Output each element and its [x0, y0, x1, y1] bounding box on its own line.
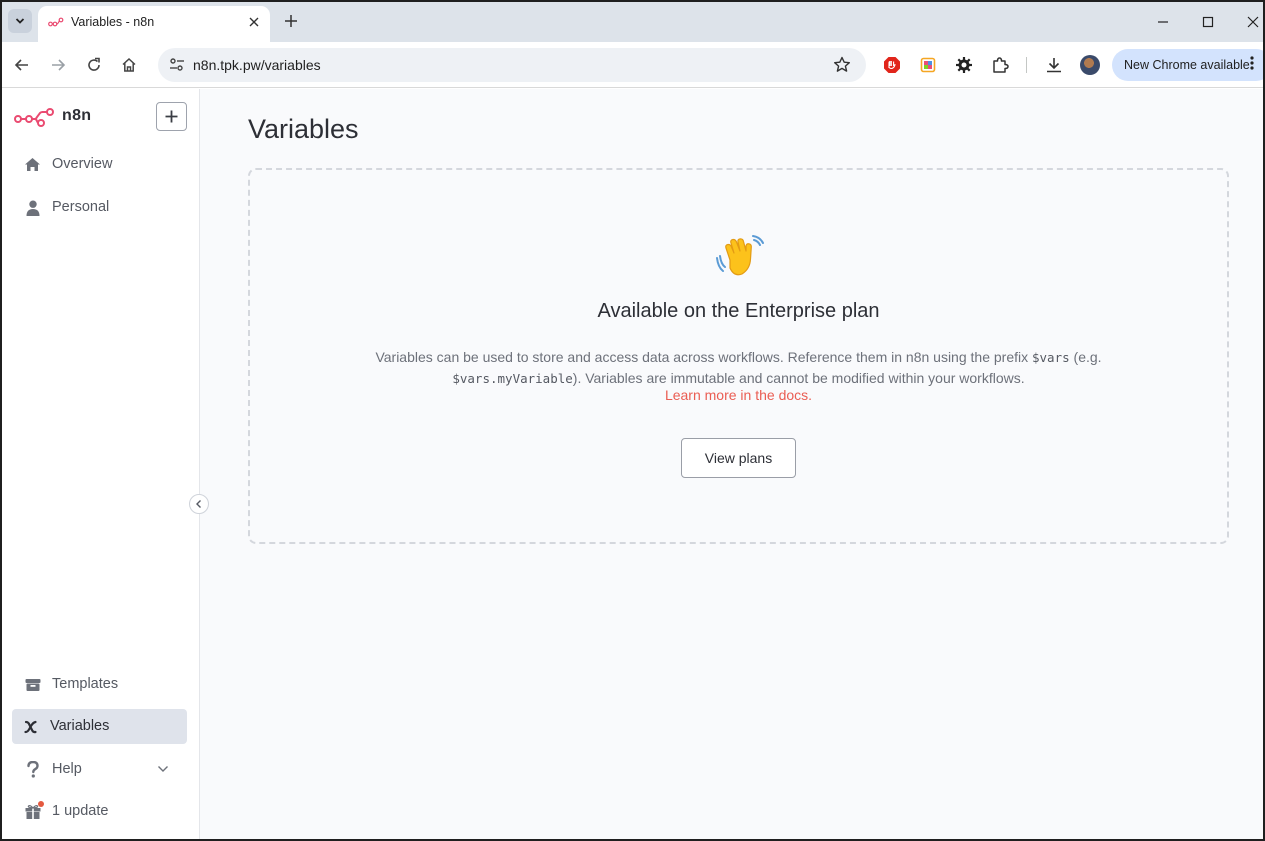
url-text: n8n.tpk.pw/variables [193, 57, 321, 73]
arrow-left-icon [14, 59, 28, 71]
sidebar-collapse-button[interactable] [189, 494, 209, 514]
reload-icon [88, 57, 100, 71]
tab-search-button[interactable] [8, 9, 32, 33]
sidebar-item-label: 1 update [52, 803, 109, 819]
color-picker-extension-icon[interactable] [918, 55, 938, 75]
chrome-update-button[interactable]: New Chrome available [1112, 49, 1263, 81]
sidebar-item-templates[interactable]: Templates [12, 667, 187, 702]
n8n-logo-icon [14, 108, 54, 127]
add-button[interactable] [156, 102, 187, 131]
sidebar: n8n Overview Personal Templates Variable… [2, 89, 200, 839]
desc-code-vars: $vars [1032, 350, 1070, 365]
adblock-extension-icon[interactable] [882, 55, 902, 75]
home-icon [122, 57, 136, 72]
minimize-button[interactable] [1140, 8, 1186, 36]
profile-avatar[interactable] [1080, 55, 1100, 75]
variable-icon [22, 718, 39, 735]
close-icon [249, 17, 259, 27]
brand-name: n8n [62, 107, 92, 124]
tab-strip: Variables - n8n [2, 2, 1263, 42]
n8n-favicon-icon [48, 17, 64, 27]
card-heading: Available on the Enterprise plan [597, 300, 880, 322]
sidebar-item-update[interactable]: 1 update [12, 794, 187, 829]
chevron-down-icon [158, 766, 168, 772]
address-bar[interactable]: n8n.tpk.pw/variables [158, 48, 866, 82]
kebab-menu-icon[interactable] [1250, 55, 1254, 76]
toolbar-divider [1026, 57, 1027, 73]
extensions-puzzle-icon[interactable] [990, 55, 1010, 75]
desc-code-example: $vars.myVariable [452, 371, 573, 386]
home-icon [24, 156, 41, 173]
tab-close-button[interactable] [244, 12, 264, 32]
close-window-button[interactable] [1230, 8, 1263, 36]
tab-title: Variables - n8n [71, 15, 155, 29]
bookmark-star-icon[interactable] [832, 55, 852, 75]
main-content: Variables Available on the Enterprise pl… [200, 89, 1263, 839]
update-notification-dot [38, 801, 44, 807]
sidebar-item-label: Variables [50, 718, 110, 734]
maximize-button[interactable] [1185, 8, 1231, 36]
downloads-icon[interactable] [1044, 55, 1064, 75]
sidebar-item-label: Overview [52, 156, 113, 172]
new-tab-button[interactable] [280, 10, 302, 32]
waving-hand-icon [716, 234, 764, 278]
question-icon [24, 761, 41, 778]
gift-icon [24, 801, 44, 820]
sidebar-item-help[interactable]: Help [12, 752, 187, 787]
plus-icon [285, 15, 297, 27]
back-button[interactable] [9, 52, 35, 78]
sidebar-item-variables[interactable]: Variables [12, 709, 187, 744]
user-icon [24, 199, 41, 216]
card-description: Variables can be used to store and acces… [310, 347, 1167, 389]
sidebar-item-overview[interactable]: Overview [12, 147, 187, 182]
minimize-icon [1158, 21, 1168, 23]
desc-text-3: ). Variables are immutable and cannot be… [572, 370, 1025, 386]
close-icon [1247, 16, 1259, 28]
sidebar-item-personal[interactable]: Personal [12, 190, 187, 225]
active-tab[interactable]: Variables - n8n [38, 6, 270, 42]
gear-extension-icon[interactable] [954, 55, 974, 75]
sidebar-item-label: Templates [52, 676, 119, 692]
site-settings-icon [170, 58, 184, 71]
chevron-left-icon [196, 500, 201, 508]
sidebar-item-label: Help [52, 761, 82, 777]
chrome-update-label: New Chrome available [1124, 58, 1250, 72]
enterprise-upsell-card: Available on the Enterprise plan Variabl… [248, 168, 1229, 544]
desc-text-1: Variables can be used to store and acces… [375, 349, 1032, 365]
chevron-down-icon [15, 18, 25, 24]
plus-icon [165, 110, 178, 123]
maximize-icon [1202, 16, 1214, 28]
learn-more-link[interactable]: Learn more in the docs. [250, 387, 1227, 403]
sidebar-item-label: Personal [52, 199, 110, 215]
arrow-right-icon [52, 59, 66, 71]
browser-toolbar: n8n.tpk.pw/variables [2, 42, 1263, 88]
forward-button[interactable] [45, 52, 71, 78]
view-plans-button[interactable]: View plans [681, 438, 796, 478]
browser-window: Variables - n8n n8n.tpk.pw/variables New… [0, 0, 1265, 841]
home-button[interactable] [116, 52, 142, 78]
reload-button[interactable] [81, 52, 107, 78]
page-title: Variables [248, 114, 359, 144]
desc-text-2: (e.g. [1069, 349, 1102, 365]
box-icon [24, 676, 41, 693]
